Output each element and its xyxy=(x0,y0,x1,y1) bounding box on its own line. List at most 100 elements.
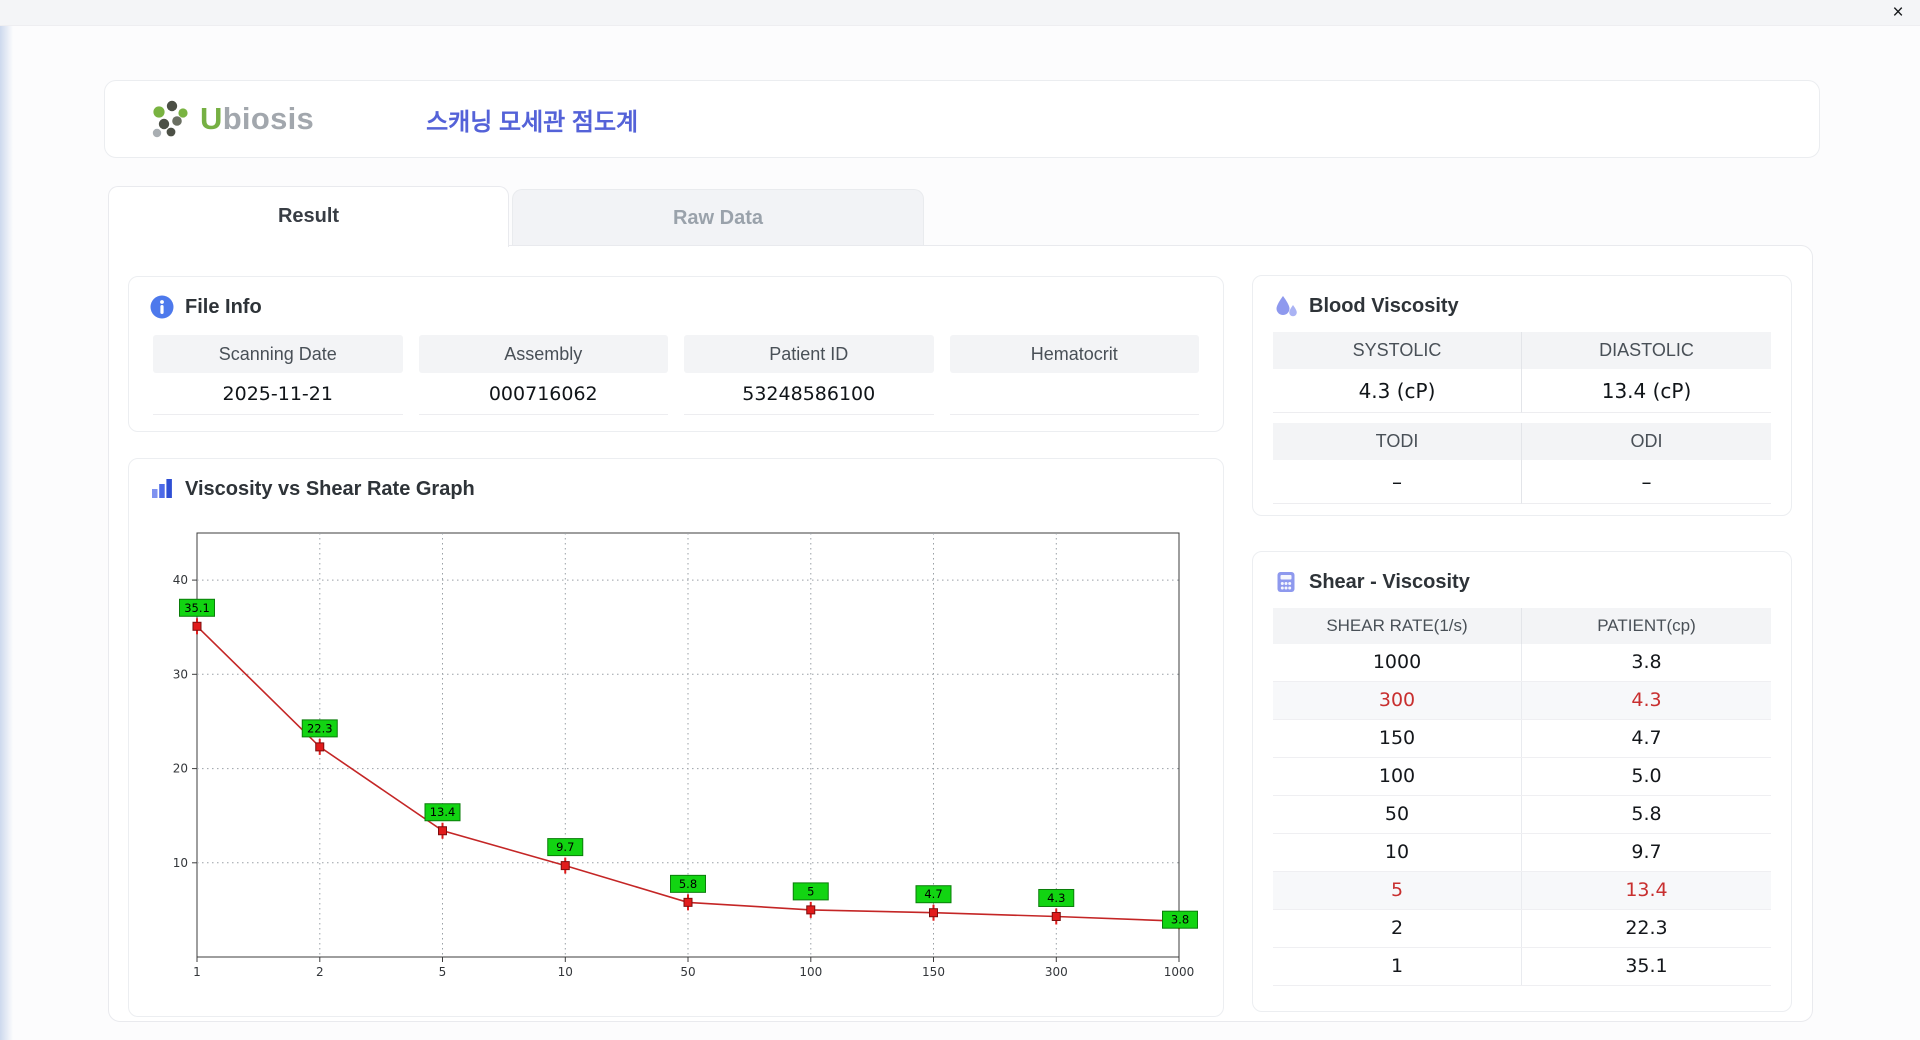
svg-text:9.7: 9.7 xyxy=(556,840,574,854)
field-label: Scanning Date xyxy=(153,335,403,373)
cell-patient-viscosity: 35.1 xyxy=(1625,955,1668,977)
cell-patient-viscosity: 5.0 xyxy=(1631,765,1662,787)
brand-text: Ubiosis xyxy=(200,101,314,137)
bv-metric-value: 13.4 (cP) xyxy=(1522,369,1771,413)
svg-text:10: 10 xyxy=(173,856,188,870)
table-row: 150 4.7 xyxy=(1273,720,1771,758)
cell-shear-rate: 5 xyxy=(1273,872,1522,909)
bv-metric-value: – xyxy=(1273,460,1522,504)
svg-text:50: 50 xyxy=(680,965,695,979)
svg-text:40: 40 xyxy=(173,573,188,587)
column-patient: PATIENT(cp) xyxy=(1597,616,1696,635)
blood-viscosity-card: Blood Viscosity SYSTOLIC DIASTOLIC 4.3 (cP… xyxy=(1252,275,1792,516)
brand-rest: biosis xyxy=(222,101,315,136)
file-info-field: Scanning Date 2025-11-21 xyxy=(153,335,403,415)
file-info-field: Hematocrit xyxy=(949,335,1199,415)
graph-header: Viscosity vs Shear Rate Graph xyxy=(149,473,1203,505)
bv-metric-label: DIASTOLIC xyxy=(1522,332,1771,369)
tab-raw-data[interactable]: Raw Data xyxy=(512,189,924,245)
field-value: 000716062 xyxy=(418,373,668,415)
svg-text:5.8: 5.8 xyxy=(679,877,697,891)
left-edge-gradient xyxy=(0,0,13,1040)
cell-patient-viscosity: 4.7 xyxy=(1631,727,1662,749)
ubiosis-logo: Ubiosis xyxy=(147,97,314,141)
svg-text:13.4: 13.4 xyxy=(430,805,456,819)
shear-viscosity-header: Shear - Viscosity xyxy=(1273,566,1771,598)
blood-viscosity-title: Blood Viscosity xyxy=(1309,294,1459,317)
bv-metric-label: TODI xyxy=(1273,423,1522,460)
cell-shear-rate: 1 xyxy=(1273,948,1522,985)
info-icon xyxy=(149,294,175,320)
bv-metric-label: SYSTOLIC xyxy=(1273,332,1522,369)
cell-patient-viscosity: 22.3 xyxy=(1625,917,1668,939)
app-header-card: Ubiosis 스캐닝 모세관 점도계 xyxy=(104,80,1820,158)
cell-shear-rate: 150 xyxy=(1273,720,1522,757)
file-info-header: File Info xyxy=(149,291,1203,323)
shear-viscosity-title: Shear - Viscosity xyxy=(1309,570,1470,593)
shear-viscosity-card: Shear - Viscosity SHEAR RATE(1/s) PATIEN… xyxy=(1252,551,1792,1012)
svg-text:4.7: 4.7 xyxy=(924,887,942,901)
graph-title: Viscosity vs Shear Rate Graph xyxy=(185,477,475,500)
table-row: 1000 3.8 xyxy=(1273,644,1771,682)
calculator-grid-icon xyxy=(1273,569,1299,595)
blood-viscosity-grid: SYSTOLIC DIASTOLIC 4.3 (cP) 13.4 (cP) TODI OD… xyxy=(1273,332,1771,504)
svg-text:10: 10 xyxy=(558,965,573,979)
table-row: 2 22.3 xyxy=(1273,910,1771,948)
shear-table-body: 1000 3.8 300 4.3 150 4.7 100 5.0 50 5.8 10 9.7 5 13.4… xyxy=(1273,644,1771,986)
svg-text:1: 1 xyxy=(193,965,201,979)
table-row: 10 9.7 xyxy=(1273,834,1771,872)
svg-text:3.8: 3.8 xyxy=(1171,913,1189,927)
blood-viscosity-group: TODI ODI – – xyxy=(1273,423,1771,504)
table-row: 50 5.8 xyxy=(1273,796,1771,834)
file-info-field: Patient ID 53248586100 xyxy=(684,335,934,415)
svg-text:1000: 1000 xyxy=(1164,965,1195,979)
cell-patient-viscosity: 4.3 xyxy=(1631,689,1662,711)
svg-text:5: 5 xyxy=(807,884,814,898)
cell-shear-rate: 10 xyxy=(1273,834,1522,871)
bar-chart-icon xyxy=(149,476,175,502)
svg-text:35.1: 35.1 xyxy=(184,601,210,615)
shear-viscosity-table: SHEAR RATE(1/s) PATIENT(cp) 1000 3.8 300 4.… xyxy=(1273,608,1771,986)
table-row: 5 13.4 xyxy=(1273,872,1771,910)
cell-shear-rate: 50 xyxy=(1273,796,1522,833)
svg-text:2: 2 xyxy=(316,965,324,979)
app-title: 스캐닝 모세관 점도계 xyxy=(426,108,639,136)
cell-shear-rate: 100 xyxy=(1273,758,1522,795)
file-info-field: Assembly 000716062 xyxy=(418,335,668,415)
field-label: Patient ID xyxy=(684,335,934,373)
viscosity-chart: 10 20 30 40 1 2 5 10 50 100 150 300 1000 35.1 22.3 13.4… xyxy=(173,532,1198,979)
svg-text:300: 300 xyxy=(1045,965,1068,979)
svg-text:4.3: 4.3 xyxy=(1047,891,1065,905)
droplets-icon xyxy=(1273,293,1299,319)
cell-patient-viscosity: 5.8 xyxy=(1631,803,1662,825)
cell-shear-rate: 300 xyxy=(1273,682,1522,719)
cell-shear-rate: 1000 xyxy=(1273,644,1522,681)
logo-dots-icon xyxy=(147,97,193,141)
field-label: Assembly xyxy=(418,335,668,373)
cell-patient-viscosity: 9.7 xyxy=(1631,841,1662,863)
svg-text:22.3: 22.3 xyxy=(307,721,333,735)
svg-text:100: 100 xyxy=(799,965,822,979)
table-row: 100 5.0 xyxy=(1273,758,1771,796)
svg-text:20: 20 xyxy=(173,762,188,776)
column-shear-rate: SHEAR RATE(1/s) xyxy=(1273,608,1522,644)
close-icon[interactable]: × xyxy=(1886,1,1910,25)
svg-text:5: 5 xyxy=(439,965,447,979)
table-header-row: SHEAR RATE(1/s) PATIENT(cp) xyxy=(1273,608,1771,644)
window-titlebar: × xyxy=(0,0,1920,26)
bv-metric-value: – xyxy=(1522,460,1771,504)
blood-viscosity-header: Blood Viscosity xyxy=(1273,290,1771,322)
cell-patient-viscosity: 3.8 xyxy=(1631,651,1662,673)
field-label: Hematocrit xyxy=(949,335,1199,373)
file-info-card: File Info Scanning Date 2025-11-21 Assembl… xyxy=(128,276,1224,432)
field-value xyxy=(949,373,1199,415)
svg-text:150: 150 xyxy=(922,965,945,979)
cell-patient-viscosity: 13.4 xyxy=(1625,879,1668,901)
blood-viscosity-group: SYSTOLIC DIASTOLIC 4.3 (cP) 13.4 (cP) xyxy=(1273,332,1771,413)
field-value: 2025-11-21 xyxy=(153,373,403,415)
file-info-title: File Info xyxy=(185,295,262,318)
bv-metric-label: ODI xyxy=(1522,423,1771,460)
tab-result[interactable]: Result xyxy=(108,186,509,247)
table-row: 1 35.1 xyxy=(1273,948,1771,986)
field-value: 53248586100 xyxy=(684,373,934,415)
